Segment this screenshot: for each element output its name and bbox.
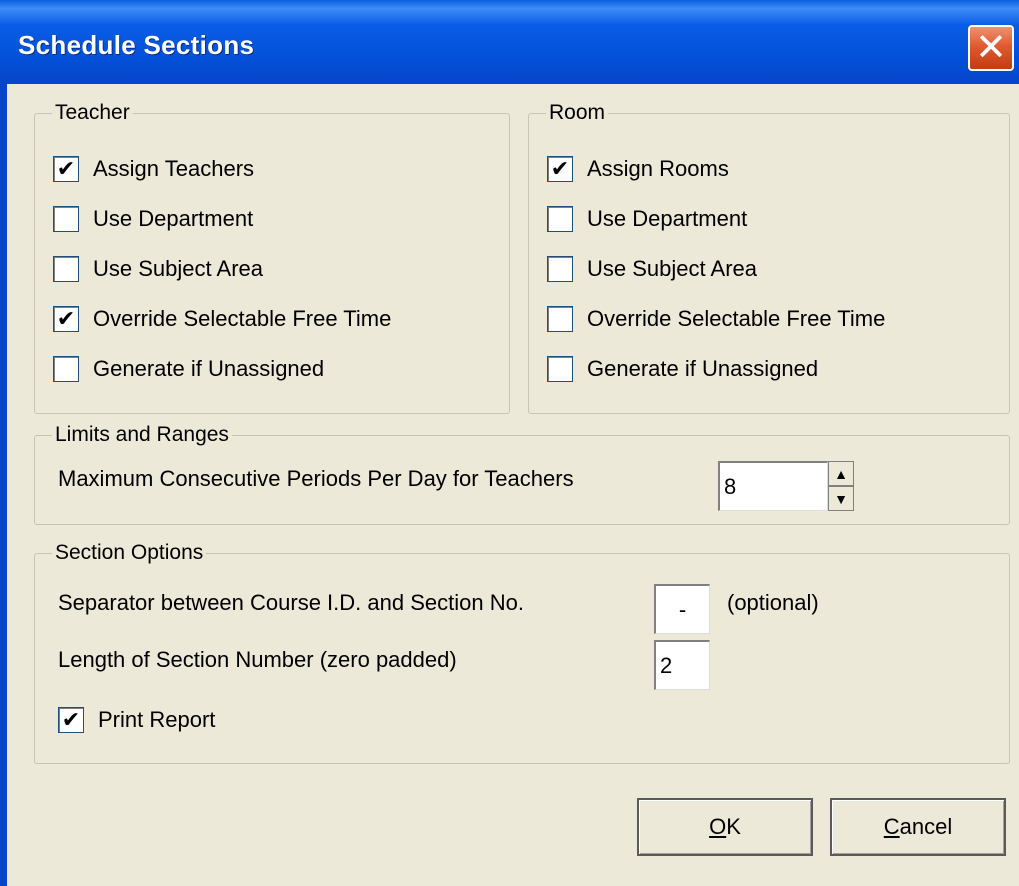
- teacher-option-generate-if-unassigned[interactable]: Generate if Unassigned: [53, 353, 324, 385]
- checkbox[interactable]: ✔: [547, 156, 573, 182]
- checkbox[interactable]: [547, 306, 573, 332]
- window-title: Schedule Sections: [18, 30, 255, 60]
- checkbox[interactable]: [53, 356, 79, 382]
- print-report-option[interactable]: ✔ Print Report: [58, 704, 215, 736]
- schedule-sections-dialog: Schedule Sections ✕ Teacher ✔ Assign Tea…: [0, 0, 1019, 886]
- checkbox-label: Use Department: [587, 206, 748, 231]
- checkbox-label: Override Selectable Free Time: [587, 306, 886, 331]
- max-consecutive-spinner[interactable]: ▲ ▼: [828, 461, 854, 511]
- room-option-use-subject-area[interactable]: Use Subject Area: [547, 253, 757, 285]
- max-consecutive-input[interactable]: 8: [718, 461, 828, 511]
- room-group-title: Room: [546, 100, 609, 126]
- checkbox[interactable]: [547, 256, 573, 282]
- cancel-mnemonic: C: [883, 814, 900, 839]
- length-input[interactable]: 2: [654, 640, 710, 690]
- teacher-option-use-subject-area[interactable]: Use Subject Area: [53, 253, 263, 285]
- ok-label-rest: K: [726, 814, 741, 839]
- separator-input[interactable]: -: [654, 584, 710, 634]
- limits-group-title: Limits and Ranges: [52, 422, 232, 448]
- checkbox[interactable]: ✔: [53, 306, 79, 332]
- teacher-option-override-free-time[interactable]: ✔ Override Selectable Free Time: [53, 303, 391, 335]
- section-options-group: Section Options Separator between Course…: [34, 540, 1010, 764]
- ok-mnemonic: O: [709, 814, 727, 839]
- checkbox-label: Use Subject Area: [587, 256, 757, 281]
- teacher-group: Teacher ✔ Assign Teachers Use Department…: [34, 100, 510, 414]
- ok-button[interactable]: OK: [637, 798, 813, 856]
- checkbox-label: Assign Teachers: [93, 156, 255, 181]
- room-option-use-department[interactable]: Use Department: [547, 203, 747, 235]
- section-options-title: Section Options: [52, 540, 207, 566]
- checkbox[interactable]: [53, 206, 79, 232]
- title-bar[interactable]: Schedule Sections ✕: [0, 0, 1019, 84]
- checkbox-label: Use Department: [93, 206, 254, 231]
- spin-down-icon[interactable]: ▼: [828, 486, 854, 511]
- separator-hint: (optional): [727, 590, 819, 615]
- close-icon: ✕: [975, 27, 1007, 69]
- cancel-label-rest: ancel: [899, 814, 953, 839]
- close-button[interactable]: ✕: [968, 25, 1014, 71]
- checkbox-label: Generate if Unassigned: [587, 356, 819, 381]
- spin-up-icon[interactable]: ▲: [828, 461, 854, 486]
- checkbox-label: Generate if Unassigned: [93, 356, 325, 381]
- checkbox[interactable]: [53, 256, 79, 282]
- checkbox[interactable]: [547, 356, 573, 382]
- checkbox-label: Use Subject Area: [93, 256, 263, 281]
- cancel-button[interactable]: Cancel: [830, 798, 1006, 856]
- room-option-assign-rooms[interactable]: ✔ Assign Rooms: [547, 153, 729, 185]
- checkbox-label: Assign Rooms: [587, 156, 729, 181]
- window-left-border: [0, 84, 7, 886]
- teacher-option-use-department[interactable]: Use Department: [53, 203, 253, 235]
- print-report-label: Print Report: [98, 707, 216, 732]
- limits-group: Limits and Ranges Maximum Consecutive Pe…: [34, 422, 1010, 525]
- max-consecutive-label: Maximum Consecutive Periods Per Day for …: [58, 466, 574, 491]
- checkbox[interactable]: ✔: [58, 707, 84, 733]
- room-group: Room ✔ Assign Rooms Use Department Use S…: [528, 100, 1010, 414]
- teacher-group-title: Teacher: [52, 100, 133, 126]
- checkbox[interactable]: ✔: [53, 156, 79, 182]
- checkbox-label: Override Selectable Free Time: [93, 306, 392, 331]
- room-option-generate-if-unassigned[interactable]: Generate if Unassigned: [547, 353, 818, 385]
- room-option-override-free-time[interactable]: Override Selectable Free Time: [547, 303, 885, 335]
- separator-label: Separator between Course I.D. and Sectio…: [58, 590, 524, 615]
- length-label: Length of Section Number (zero padded): [58, 647, 457, 672]
- teacher-option-assign-teachers[interactable]: ✔ Assign Teachers: [53, 153, 254, 185]
- checkbox[interactable]: [547, 206, 573, 232]
